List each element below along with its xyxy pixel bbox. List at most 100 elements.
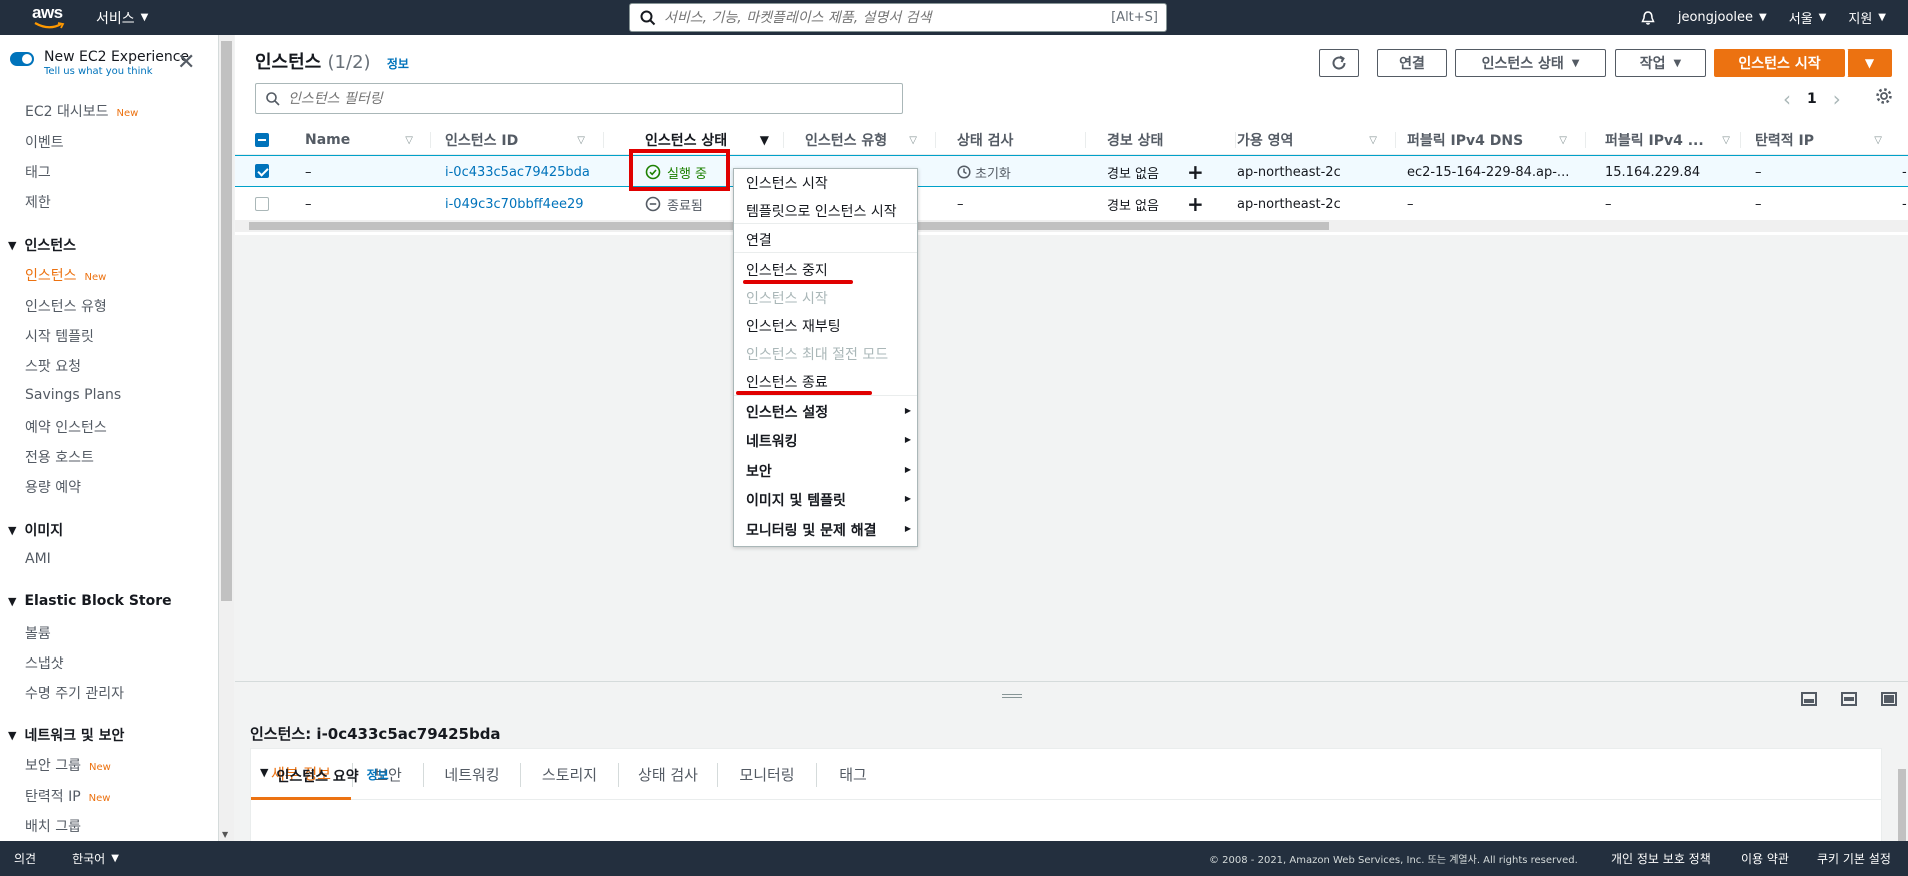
resize-handle[interactable]: [1002, 694, 1022, 698]
row-checkbox[interactable]: [255, 197, 269, 211]
chevron-left-icon[interactable]: ‹: [1783, 87, 1791, 111]
column-divider[interactable]: [1585, 132, 1586, 148]
feedback-link[interactable]: Tell us what you think: [44, 66, 189, 77]
tab-monitoring[interactable]: 모니터링: [718, 749, 816, 800]
table-horizontal-scrollbar[interactable]: [235, 220, 1908, 232]
language-selector[interactable]: 한국어 ▼: [72, 850, 119, 867]
sidebar-item-limits[interactable]: 제한: [25, 192, 51, 212]
column-header-alarm-status[interactable]: 경보 상태: [1107, 125, 1227, 155]
region-menu[interactable]: 서울 ▼: [1789, 8, 1827, 27]
sidebar-item-lifecycle-manager[interactable]: 수명 주기 관리자: [25, 683, 124, 703]
instance-state-button[interactable]: 인스턴스 상태 ▼: [1455, 49, 1606, 77]
sidebar-item-elastic-ips[interactable]: 탄력적 IP New: [25, 786, 110, 806]
new-experience-toggle[interactable]: [10, 52, 34, 66]
sidebar-item-spot-requests[interactable]: 스팟 요청: [25, 356, 81, 376]
global-search-input[interactable]: [664, 9, 1112, 26]
sidebar-item-dashboard[interactable]: EC2 대시보드 New: [25, 101, 138, 121]
instance-filter-input[interactable]: [288, 90, 902, 107]
privacy-link[interactable]: 개인 정보 보호 정책: [1611, 850, 1711, 867]
sidebar-item-instance-types[interactable]: 인스턴스 유형: [25, 296, 107, 316]
sidebar-item-security-groups[interactable]: 보안 그룹 New: [25, 755, 111, 775]
sidebar-section-images[interactable]: ▼ 이미지: [8, 520, 63, 540]
account-menu[interactable]: jeongjoolee ▼: [1678, 10, 1767, 25]
select-all-checkbox[interactable]: [255, 133, 269, 147]
column-divider[interactable]: [430, 132, 431, 148]
column-divider[interactable]: [935, 132, 936, 148]
scroll-down-icon[interactable]: ▼: [222, 830, 228, 839]
sidebar-section-ebs[interactable]: ▼ Elastic Block Store: [8, 593, 172, 609]
menu-item-launch-from-template[interactable]: 템플릿으로 인스턴스 시작: [746, 201, 897, 221]
split-side-icon[interactable]: [1841, 692, 1857, 706]
instance-id-link[interactable]: i-0c433c5ac79425bda: [445, 156, 590, 188]
sidebar-item-launch-templates[interactable]: 시작 템플릿: [25, 326, 94, 346]
sidebar-item-snapshots[interactable]: 스냅샷: [25, 653, 64, 673]
menu-item-reboot-instance[interactable]: 인스턴스 재부팅: [746, 316, 841, 336]
menu-item-monitor-and-troubleshoot[interactable]: 모니터링 및 문제 해결: [746, 520, 877, 540]
sidebar-item-placement-groups[interactable]: 배치 그룹: [25, 816, 81, 836]
menu-item-terminate-instance[interactable]: 인스턴스 종료: [746, 372, 828, 392]
feedback-button[interactable]: 의견: [14, 850, 36, 867]
menu-item-networking[interactable]: 네트워킹: [746, 431, 798, 451]
column-header-instance-type[interactable]: 인스턴스 유형 ▽: [805, 125, 927, 155]
column-divider[interactable]: [1085, 132, 1086, 148]
column-header-public-ip[interactable]: 퍼블릭 IPv4 ... ▽: [1605, 125, 1740, 155]
support-menu[interactable]: 지원 ▼: [1848, 8, 1886, 27]
aws-logo[interactable]: aws: [32, 4, 66, 31]
sidebar-item-capacity-reservations[interactable]: 용량 예약: [25, 477, 81, 497]
sidebar-scrollbar[interactable]: ▼: [219, 35, 234, 841]
info-link[interactable]: 정보: [367, 766, 389, 786]
column-header-status-check[interactable]: 상태 검사: [957, 125, 1081, 155]
page-number[interactable]: 1: [1807, 91, 1817, 107]
table-row[interactable]: – i-049c3c70bbff4ee29 종료됨 – 경보 없음 + ap-n…: [235, 188, 1908, 220]
services-menu[interactable]: 서비스 ▼: [96, 8, 148, 28]
column-header-availability-zone[interactable]: 가용 영역 ▽: [1237, 125, 1387, 155]
menu-item-stop-instance[interactable]: 인스턴스 중지: [746, 260, 828, 280]
sidebar-section-instances[interactable]: ▼ 인스턴스: [8, 235, 76, 255]
instance-id-link[interactable]: i-049c3c70bbff4ee29: [445, 188, 584, 220]
sidebar-item-volumes[interactable]: 볼륨: [25, 623, 51, 643]
menu-item-start-instance[interactable]: 인스턴스 시작: [746, 173, 828, 193]
add-alarm-icon[interactable]: +: [1187, 156, 1204, 188]
sidebar-item-dedicated-hosts[interactable]: 전용 호스트: [25, 447, 94, 467]
tab-storage[interactable]: 스토리지: [521, 749, 618, 800]
column-divider[interactable]: [783, 132, 784, 148]
column-header-public-dns[interactable]: 퍼블릭 IPv4 DNS ▽: [1407, 125, 1577, 155]
column-divider[interactable]: [1395, 132, 1396, 148]
menu-item-instance-settings[interactable]: 인스턴스 설정: [746, 402, 828, 422]
launch-instance-button[interactable]: 인스턴스 시작: [1714, 49, 1845, 77]
notifications-button[interactable]: [1640, 10, 1656, 26]
launch-options-button[interactable]: ▼: [1847, 49, 1892, 77]
menu-item-security[interactable]: 보안: [746, 461, 772, 481]
info-link[interactable]: 정보: [387, 57, 409, 71]
column-header-elastic-ip[interactable]: 탄력적 IP ▽: [1755, 125, 1892, 155]
global-search[interactable]: [Alt+S]: [629, 3, 1167, 32]
refresh-button[interactable]: [1319, 49, 1359, 77]
column-header-instance-id[interactable]: 인스턴스 ID ▽: [445, 125, 595, 155]
add-alarm-icon[interactable]: +: [1187, 188, 1204, 220]
chevron-right-icon[interactable]: ›: [1833, 87, 1841, 111]
column-divider[interactable]: [1235, 132, 1236, 148]
table-settings-button[interactable]: [1875, 87, 1893, 105]
cookie-preferences-link[interactable]: 쿠키 기본 설정: [1817, 850, 1891, 867]
column-header-name[interactable]: Name ▽: [305, 125, 423, 155]
sidebar-item-ami[interactable]: AMI: [25, 551, 51, 567]
sidebar-item-reserved-instances[interactable]: 예약 인스턴스: [25, 417, 107, 437]
tab-status-checks[interactable]: 상태 검사: [619, 749, 717, 800]
tab-tags[interactable]: 태그: [817, 749, 889, 800]
menu-item-connect[interactable]: 연결: [746, 230, 772, 250]
split-full-icon[interactable]: [1881, 692, 1897, 706]
sidebar-item-events[interactable]: 이벤트: [25, 132, 64, 152]
close-icon[interactable]: ✕: [177, 52, 195, 74]
sidebar-scroll-thumb[interactable]: [221, 41, 232, 601]
vertical-scroll-thumb[interactable]: [1898, 769, 1906, 849]
sidebar-item-instances[interactable]: 인스턴스 New: [25, 265, 106, 285]
column-divider[interactable]: [1740, 132, 1741, 148]
terms-link[interactable]: 이용 약관: [1741, 850, 1789, 867]
instance-filter[interactable]: [255, 83, 903, 114]
table-row[interactable]: – i-0c433c5ac79425bda 실행 중 초기화 경보 없음 + a…: [235, 155, 1908, 187]
column-divider[interactable]: [603, 132, 604, 148]
split-bottom-icon[interactable]: [1801, 692, 1817, 706]
menu-item-image-and-templates[interactable]: 이미지 및 템플릿: [746, 490, 846, 510]
connect-button[interactable]: 연결: [1377, 49, 1447, 77]
row-checkbox[interactable]: [255, 164, 269, 178]
